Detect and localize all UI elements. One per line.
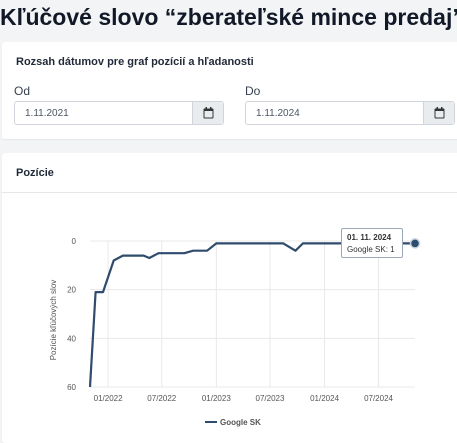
date-range-title: Rozsah dátumov pre graf pozícií a hľadan… (16, 56, 254, 68)
from-label: Od (14, 84, 31, 98)
calendar-icon (203, 107, 213, 119)
chart-tooltip: 01. 11. 2024 Google SK: 1 (341, 228, 403, 258)
from-date-input[interactable] (15, 102, 192, 124)
calendar-icon (434, 107, 444, 119)
from-date-group (14, 101, 224, 125)
y-tick-label: 60 (67, 383, 76, 392)
to-date-group (245, 101, 455, 125)
to-date-input[interactable] (246, 102, 423, 124)
from-calendar-button[interactable] (192, 102, 223, 124)
positions-card: Pozície 0 20 40 60 01/2022 07/2022 01/2023 07/… (2, 153, 457, 443)
y-axis-label: Pozície kľúčových slov (49, 280, 58, 361)
y-tick-label: 0 (72, 237, 77, 246)
to-calendar-button[interactable] (423, 102, 454, 124)
x-tick-label: 01/2023 (202, 394, 231, 403)
positions-title: Pozície (16, 167, 54, 179)
series-last-point (409, 238, 421, 249)
x-tick-label: 07/2023 (256, 394, 285, 403)
legend-label: Google SK (220, 418, 261, 427)
date-range-card: Rozsah dátumov pre graf pozícií a hľadan… (2, 42, 457, 139)
x-tick-label: 07/2024 (364, 394, 393, 403)
series-line-google-sk (88, 242, 415, 388)
tooltip-date: 01. 11. 2024 (347, 233, 392, 242)
to-label: Do (245, 84, 261, 98)
page-title: Kľúčové slovo “zberateľské mince predaj” (0, 4, 457, 30)
x-tick-label: 01/2024 (310, 394, 339, 403)
x-tick-label: 01/2022 (94, 394, 123, 403)
x-tick-label: 07/2022 (147, 394, 176, 403)
y-tick-label: 40 (67, 334, 76, 343)
tooltip-value: Google SK: 1 (347, 245, 395, 254)
y-tick-label: 20 (67, 286, 76, 295)
